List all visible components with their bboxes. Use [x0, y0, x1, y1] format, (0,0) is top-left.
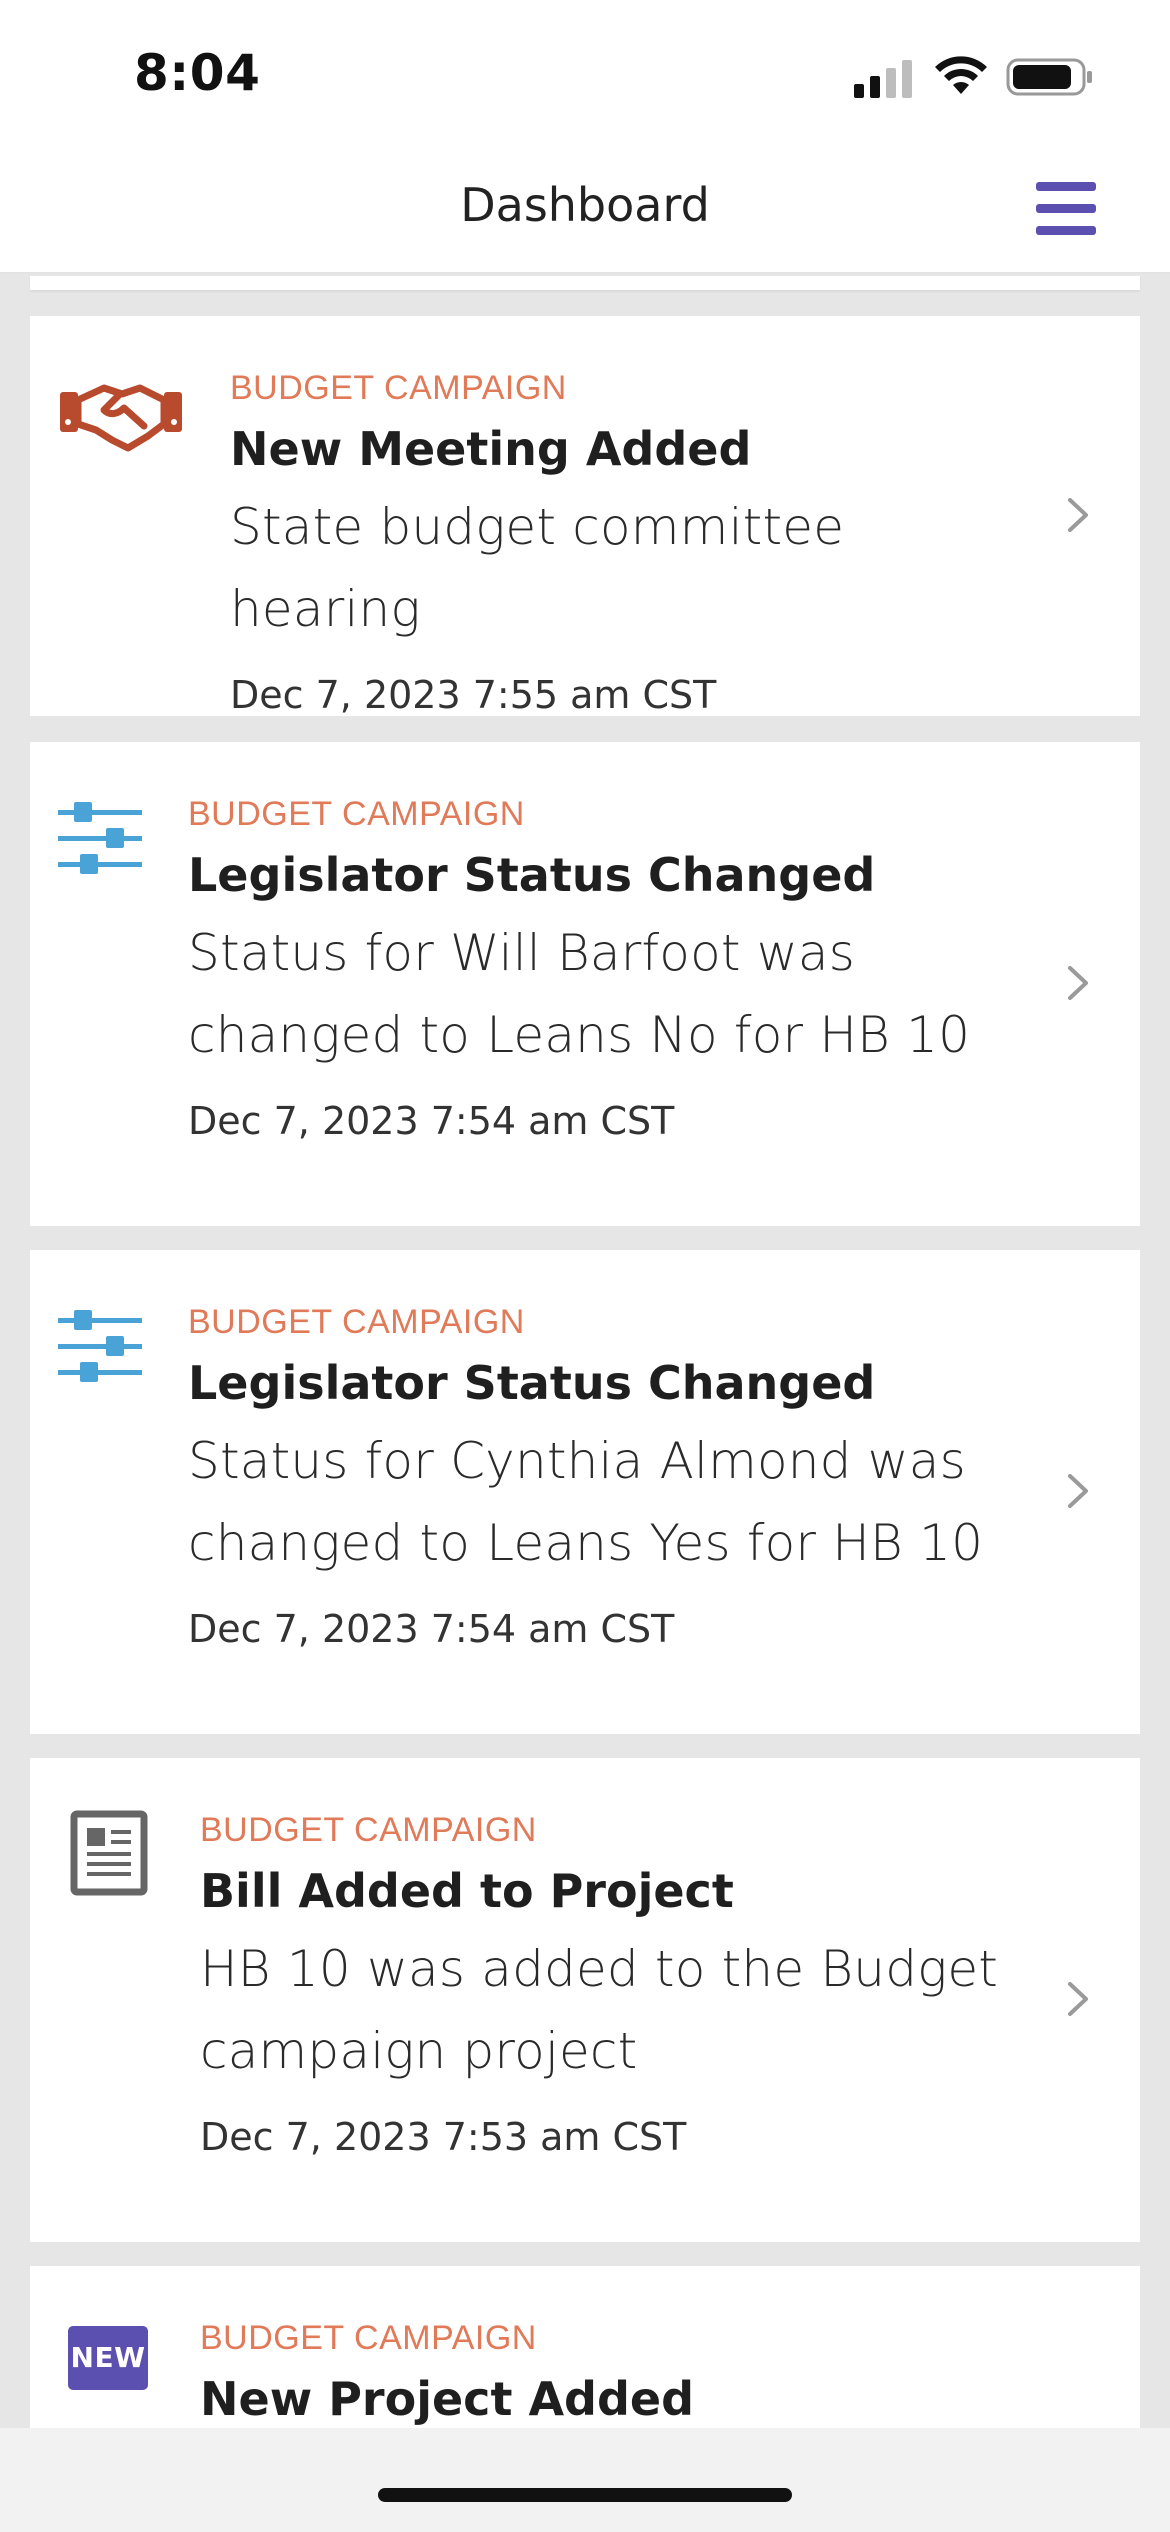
signal-icon: [854, 60, 912, 98]
card-category: BUDGET CAMPAIGN: [230, 369, 567, 407]
hamburger-menu-icon[interactable]: [1032, 180, 1100, 238]
battery-icon: [1006, 58, 1092, 96]
new-badge-label: NEW: [70, 2341, 146, 2374]
dashboard-screen: 8:04 Dashboard BUDGET CAMPAIGN New Meeti…: [0, 0, 1170, 2532]
card-title: Legislator Status Changed: [188, 848, 876, 902]
feed-item-bill-added[interactable]: BUDGET CAMPAIGN Bill Added to Project HB…: [30, 1758, 1140, 2242]
feed-item-status-changed[interactable]: BUDGET CAMPAIGN Legislator Status Change…: [30, 1250, 1140, 1734]
nav-bar: Dashboard: [0, 150, 1170, 274]
feed-item-new-meeting[interactable]: BUDGET CAMPAIGN New Meeting Added State …: [30, 316, 1140, 717]
card-category: BUDGET CAMPAIGN: [188, 795, 525, 833]
chevron-right-icon: [1068, 1474, 1088, 1508]
card-description: HB 10 was added to the Budget campaign p…: [200, 1940, 999, 2080]
card-category: BUDGET CAMPAIGN: [188, 1303, 525, 1341]
previous-card-edge: [30, 276, 1140, 290]
feed-item-new-project[interactable]: NEW BUDGET CAMPAIGN New Project Added: [30, 2266, 1140, 2428]
document-icon: [70, 1810, 148, 1896]
chevron-right-icon: [1068, 498, 1088, 532]
card-category: BUDGET CAMPAIGN: [200, 1811, 537, 1849]
home-indicator[interactable]: [378, 2488, 792, 2502]
chevron-right-icon: [1068, 1982, 1088, 2016]
sliders-icon: [58, 1310, 142, 1382]
card-description: State budget committee hearing: [230, 498, 845, 638]
activity-feed: BUDGET CAMPAIGN New Meeting Added State …: [0, 276, 1170, 2428]
new-badge-icon: NEW: [68, 2326, 148, 2390]
feed-item-status-changed[interactable]: BUDGET CAMPAIGN Legislator Status Change…: [30, 742, 1140, 1226]
sliders-icon: [58, 802, 142, 874]
wifi-icon: [935, 56, 987, 94]
page-title: Dashboard: [460, 178, 710, 232]
status-bar: 8:04: [0, 0, 1170, 150]
card-timestamp: Dec 7, 2023 7:54 am CST: [188, 1099, 675, 1143]
handshake-icon: [60, 384, 182, 452]
card-description: Status for Cynthia Almond was changed to…: [188, 1432, 984, 1572]
card-timestamp: Dec 7, 2023 7:53 am CST: [200, 2115, 687, 2159]
status-time: 8:04: [134, 44, 261, 102]
card-title: New Project Added: [200, 2372, 695, 2426]
home-indicator-area: [0, 2428, 1170, 2532]
card-description: Status for Will Barfoot was changed to L…: [188, 924, 971, 1064]
card-timestamp: Dec 7, 2023 7:55 am CST: [230, 673, 717, 717]
card-title: Bill Added to Project: [200, 1864, 734, 1918]
card-category: BUDGET CAMPAIGN: [200, 2319, 537, 2357]
card-title: New Meeting Added: [230, 422, 752, 476]
card-title: Legislator Status Changed: [188, 1356, 876, 1410]
chevron-right-icon: [1068, 966, 1088, 1000]
card-timestamp: Dec 7, 2023 7:54 am CST: [188, 1607, 675, 1651]
